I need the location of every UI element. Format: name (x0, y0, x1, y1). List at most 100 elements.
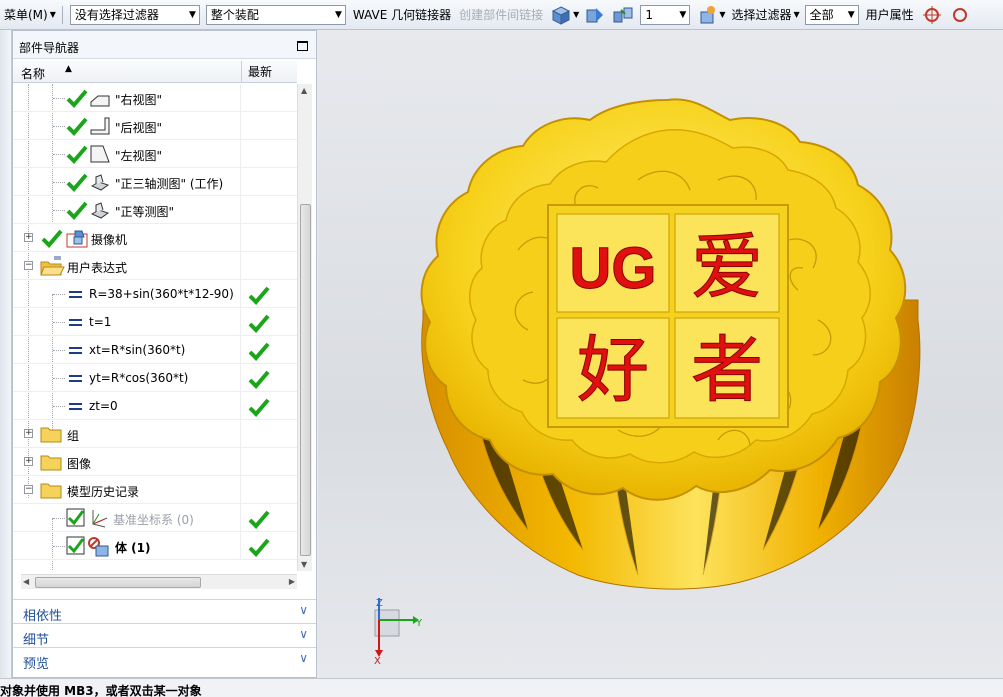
section-details[interactable]: 细节 ∨ (13, 623, 316, 648)
checkbox-checked-icon[interactable] (66, 536, 86, 556)
tree-row-label: zt=0 (89, 399, 118, 413)
tree-row-back-view[interactable]: "后视图" (13, 112, 297, 140)
tree-row-label: "正等测图" (115, 205, 175, 219)
tree-row-model-history[interactable]: − 模型历史记录 (13, 476, 297, 504)
scroll-thumb[interactable] (35, 577, 201, 588)
scroll-down-icon[interactable]: ▼ (301, 560, 307, 569)
column-divider (240, 112, 241, 140)
assembly-scope-combo[interactable]: 整个装配 ▼ (205, 4, 346, 25)
view-triad: Z Y X (374, 598, 423, 667)
section-preview[interactable]: 预览 ∨ (13, 647, 316, 672)
scroll-left-icon[interactable]: ◀ (23, 577, 29, 586)
tree-row-expression[interactable]: R=38+sin(360*t*12-90) (13, 280, 297, 308)
chevron-down-icon[interactable]: ▼ (719, 10, 725, 19)
column-divider (240, 308, 241, 336)
chevron-down-icon: ▼ (679, 9, 687, 20)
tree-row-body[interactable]: 体 (1) (13, 532, 297, 560)
tree-row-expression[interactable]: yt=R*cos(360*t) (13, 364, 297, 392)
chevron-down-icon[interactable]: ∨ (299, 651, 308, 665)
column-divider (240, 364, 241, 392)
tree-row-groups[interactable]: + 组 (13, 420, 297, 448)
assembly-constraint-icon[interactable] (612, 4, 634, 26)
count-combo[interactable]: 1 ▼ (640, 4, 691, 25)
check-icon[interactable] (66, 172, 88, 192)
tree-row-user-expressions[interactable]: − 用户表达式 (13, 252, 297, 280)
menu-button[interactable]: 菜单(M) (0, 6, 52, 23)
tree-row-expression[interactable]: t=1 (13, 308, 297, 336)
collapse-minus-icon[interactable]: − (24, 261, 33, 270)
horizontal-scrollbar[interactable]: ◀ ▶ (21, 574, 297, 589)
expand-plus-icon[interactable]: + (24, 233, 33, 242)
check-icon[interactable] (66, 88, 88, 108)
maximize-icon[interactable] (297, 41, 308, 51)
menu-dropdown-icon[interactable]: ▼ (50, 10, 56, 19)
status-bar: 对象并使用 MB3，或者双击某一对象 (0, 678, 1003, 697)
select-component-icon[interactable] (696, 4, 718, 26)
chevron-down-icon[interactable]: ∨ (299, 627, 308, 641)
scroll-thumb[interactable] (300, 204, 311, 556)
cube-icon[interactable] (550, 4, 572, 26)
tree-row-label: 摄像机 (91, 233, 128, 247)
user-attributes-button[interactable]: 用户属性 (866, 6, 914, 23)
latest-check-icon (248, 510, 270, 529)
expression-icon (69, 403, 82, 410)
column-divider (240, 84, 241, 112)
column-divider (240, 476, 241, 504)
chevron-down-icon[interactable]: ▼ (573, 10, 579, 19)
selection-scope-combo[interactable]: 全部 ▼ (804, 4, 859, 25)
resource-bar[interactable] (0, 30, 12, 678)
type-filter-combo[interactable]: 没有选择过滤器 ▼ (69, 4, 200, 25)
check-icon[interactable] (66, 144, 88, 164)
triad-label-z: Z (376, 598, 383, 609)
tree-row-label: 体 (1) (115, 541, 151, 555)
collapse-minus-icon[interactable]: − (24, 485, 33, 494)
section-dependencies[interactable]: 相依性 ∨ (13, 599, 316, 624)
column-name[interactable]: 名称 (21, 65, 45, 82)
snap-center-icon[interactable] (949, 4, 971, 26)
selection-filter-button[interactable]: 选择过滤器 (731, 6, 791, 23)
folder-icon (40, 483, 62, 499)
tree-row-right-view[interactable]: "右视图" (13, 84, 297, 112)
checkbox-checked-icon[interactable] (66, 508, 86, 528)
vertical-scrollbar[interactable]: ▲ ▼ (297, 84, 312, 571)
chevron-down-icon: ▼ (847, 9, 855, 20)
column-divider (240, 448, 241, 476)
move-component-icon[interactable] (584, 4, 606, 26)
latest-check-icon (248, 314, 270, 333)
scroll-up-icon[interactable]: ▲ (301, 86, 307, 95)
sort-ascending-icon[interactable]: ▲ (65, 64, 72, 74)
tree-row-datum-csys[interactable]: 基准坐标系 (0) (13, 504, 297, 532)
tree-line (53, 126, 65, 127)
column-latest[interactable]: 最新 (241, 61, 272, 82)
snap-point-icon[interactable] (921, 4, 943, 26)
column-divider (240, 224, 241, 252)
check-icon[interactable] (66, 116, 88, 136)
tree-line (53, 378, 65, 379)
expand-plus-icon[interactable]: + (24, 457, 33, 466)
tree-row-trimetric-view[interactable]: "正三轴测图" (工作) (13, 168, 297, 196)
tree-row-images[interactable]: + 图像 (13, 448, 297, 476)
tree-row-label: "后视图" (115, 121, 163, 135)
mooncake-model[interactable]: UG 爱 好 者 Z Y X (318, 30, 1003, 678)
view-back-icon (90, 117, 110, 135)
model-text-zhe: 者 (691, 328, 763, 412)
tree-row-expression[interactable]: zt=0 (13, 392, 297, 420)
expand-plus-icon[interactable]: + (24, 429, 33, 438)
navigator-tree: "右视图" "后视图" "左视图" "正三轴测图" (工作) "正等测图" + … (13, 84, 297, 571)
column-divider (240, 336, 241, 364)
tree-line (53, 406, 65, 407)
graphics-viewport[interactable]: UG 爱 好 者 Z Y X (318, 30, 1003, 678)
chevron-down-icon[interactable]: ▼ (793, 10, 799, 19)
main-toolbar: 菜单(M) ▼ 没有选择过滤器 ▼ 整个装配 ▼ WAVE 几何链接器 创建部件… (0, 0, 1003, 30)
chevron-down-icon[interactable]: ∨ (299, 603, 308, 617)
column-divider (240, 504, 241, 532)
create-interpart-link-button[interactable]: 创建部件间链接 (459, 6, 543, 23)
tree-row-left-view[interactable]: "左视图" (13, 140, 297, 168)
tree-row-camera[interactable]: + 摄像机 (13, 224, 297, 252)
scroll-right-icon[interactable]: ▶ (289, 577, 295, 586)
check-icon[interactable] (66, 200, 88, 220)
tree-row-isometric-view[interactable]: "正等测图" (13, 196, 297, 224)
tree-row-expression[interactable]: xt=R*sin(360*t) (13, 336, 297, 364)
wave-linker-button[interactable]: WAVE 几何链接器 (353, 6, 451, 23)
check-icon[interactable] (41, 228, 63, 248)
